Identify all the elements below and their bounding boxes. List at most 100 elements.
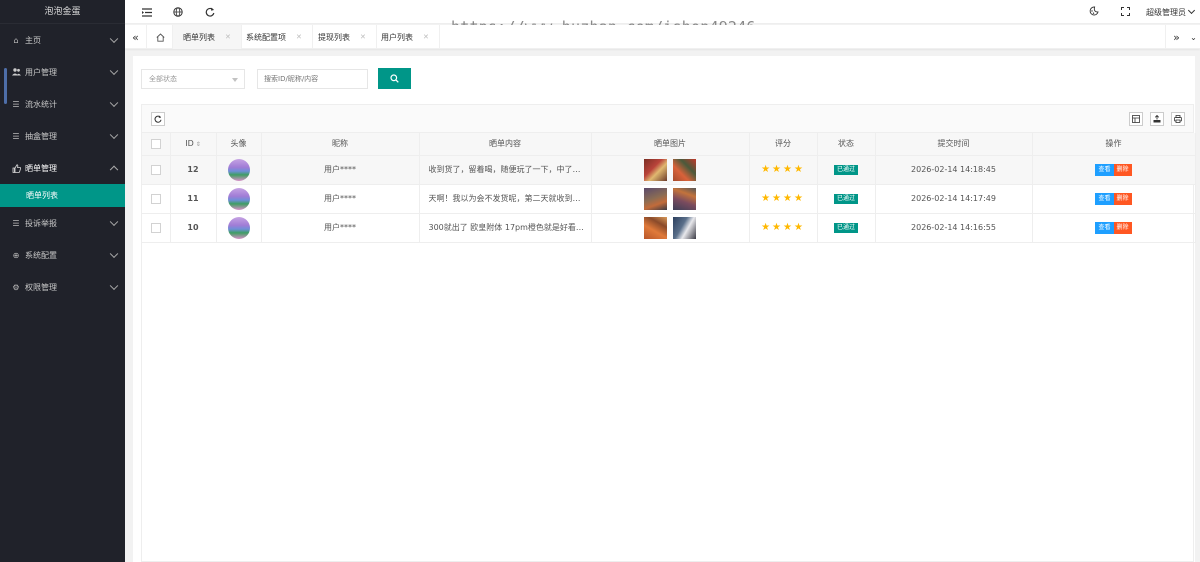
globe-icon[interactable] xyxy=(167,0,189,24)
select-all-checkbox[interactable] xyxy=(150,138,161,149)
sidebar-item-label: 系统配置 xyxy=(25,250,57,260)
sidebar-item-box-manage[interactable]: ☰ 抽盒管理 xyxy=(0,120,125,152)
time-cell: 2026-02-14 14:17:49 xyxy=(875,184,1033,214)
row-select-cell xyxy=(142,155,171,185)
search-icon xyxy=(390,74,399,83)
tab-user-list[interactable]: 用户列表 ✕ xyxy=(371,25,440,49)
column-header-id[interactable]: ID ⇕ xyxy=(170,133,217,156)
status-badge: 已通过 xyxy=(833,223,858,233)
chevron-down-icon xyxy=(109,217,119,227)
sidebar-item-label: 投诉举报 xyxy=(25,218,57,228)
sidebar-item-label: 用户管理 xyxy=(25,67,57,77)
columns-filter-button[interactable] xyxy=(1129,112,1143,126)
list-icon: ☰ xyxy=(12,99,20,109)
rating-cell: ★★★★ xyxy=(749,155,818,185)
avatar[interactable] xyxy=(227,187,250,210)
column-header-status: 状态 xyxy=(817,133,876,156)
avatar[interactable] xyxy=(227,216,250,239)
sort-icon[interactable]: ⇕ xyxy=(196,141,201,148)
admin-menu[interactable]: 超级管理员 xyxy=(1146,6,1196,18)
tab-withdraw-list[interactable]: 提现列表 ✕ xyxy=(308,25,377,49)
view-button[interactable]: 查看 xyxy=(1095,221,1114,234)
close-icon[interactable]: ✕ xyxy=(225,33,231,41)
users-icon xyxy=(10,68,22,76)
showcase-table: ID ⇕ 头像 昵称 晒单内容 晒单图片 评分 状态 提交时间 操作 12 用户*… xyxy=(142,133,1196,243)
search-input[interactable] xyxy=(257,68,368,89)
sidebar-item-users[interactable]: 用户管理 xyxy=(0,56,125,88)
export-button[interactable] xyxy=(1150,112,1164,126)
status-cell: 已通过 xyxy=(817,213,876,243)
content-cell: 天啊！我以为会不发货呢，第二天就收到… xyxy=(419,184,592,214)
menu-toggle-icon[interactable] xyxy=(136,0,158,24)
app-title: 泡泡金蛋 xyxy=(0,0,125,24)
table-toolbar xyxy=(142,105,1193,133)
close-icon[interactable]: ✕ xyxy=(360,33,366,41)
fullscreen-icon[interactable] xyxy=(1121,6,1130,18)
rating-cell: ★★★★ xyxy=(749,213,818,243)
images-cell xyxy=(591,155,750,185)
sidebar-item-complaints[interactable]: ☰ 投诉举报 xyxy=(0,207,125,239)
delete-button[interactable]: 删除 xyxy=(1113,192,1132,205)
refresh-icon[interactable] xyxy=(199,0,221,24)
tabs-scroll-right-icon[interactable]: » xyxy=(1165,25,1187,49)
table-row[interactable]: 12 用户**** 收到货了，留着喝，随便玩了一下，中了… ★★★★ 已通过 2… xyxy=(142,155,1196,185)
nickname-cell: 用户**** xyxy=(261,184,420,214)
sidebar: 泡泡金蛋 ⌂ 主页 用户管理 ☰ 流水统计 ☰ 抽盒管理 晒单管理 晒单列表 ☰… xyxy=(0,0,125,562)
status-select-value: 全部状态 xyxy=(149,74,177,83)
tab-bar: « 晒单列表 ✕ 系统配置项 ✕ 提现列表 ✕ 用户列表 ✕ » ⌄ xyxy=(125,25,1200,49)
showcase-image[interactable] xyxy=(673,216,697,239)
data-table: ID ⇕ 头像 昵称 晒单内容 晒单图片 评分 状态 提交时间 操作 12 用户*… xyxy=(141,104,1196,562)
select-all-cell xyxy=(142,133,171,156)
close-icon[interactable]: ✕ xyxy=(296,33,302,41)
avatar-cell xyxy=(216,184,262,214)
search-button[interactable] xyxy=(378,68,411,89)
sidebar-subitem-showcase-list[interactable]: 晒单列表 xyxy=(0,184,125,207)
tab-system-config[interactable]: 系统配置项 ✕ xyxy=(236,25,313,49)
gear-icon: ⚙ xyxy=(12,282,20,292)
showcase-image[interactable] xyxy=(673,187,697,210)
column-header-images: 晒单图片 xyxy=(591,133,750,156)
table-refresh-button[interactable] xyxy=(151,112,165,126)
column-label: ID xyxy=(185,139,194,149)
list-icon: ☰ xyxy=(12,131,20,141)
delete-button[interactable]: 删除 xyxy=(1113,163,1132,176)
row-checkbox[interactable] xyxy=(150,193,161,204)
id-cell: 10 xyxy=(170,213,217,243)
chevron-up-icon xyxy=(109,165,119,175)
view-button[interactable]: 查看 xyxy=(1095,192,1114,205)
tabs-scroll-left-icon[interactable]: « xyxy=(125,25,147,49)
rating-stars: ★★★★ xyxy=(761,164,805,175)
sidebar-item-permissions[interactable]: ⚙ 权限管理 xyxy=(0,271,125,303)
row-checkbox[interactable] xyxy=(150,222,161,233)
thumb-up-icon xyxy=(10,163,22,173)
tab-showcase-list[interactable]: 晒单列表 ✕ xyxy=(173,25,242,49)
sidebar-item-showcase-manage[interactable]: 晒单管理 xyxy=(0,152,125,184)
showcase-image[interactable] xyxy=(673,158,697,181)
tab-label: 晒单列表 xyxy=(183,32,215,42)
showcase-image[interactable] xyxy=(643,187,667,210)
view-button[interactable]: 查看 xyxy=(1095,163,1114,176)
table-row[interactable]: 11 用户**** 天啊！我以为会不发货呢，第二天就收到… ★★★★ 已通过 2… xyxy=(142,184,1196,214)
rating-stars: ★★★★ xyxy=(761,222,805,233)
export-icon xyxy=(1153,115,1161,123)
close-icon[interactable]: ✕ xyxy=(423,33,429,41)
table-row[interactable]: 10 用户**** 300就出了 欧皇附体 17pm橙色就是好看… ★★★★ 已… xyxy=(142,213,1196,243)
sidebar-item-label: 抽盒管理 xyxy=(25,131,57,141)
row-checkbox[interactable] xyxy=(150,164,161,175)
sidebar-item-system-config[interactable]: ⊕ 系统配置 xyxy=(0,239,125,271)
images-cell xyxy=(591,184,750,214)
showcase-image[interactable] xyxy=(643,216,667,239)
theme-icon[interactable] xyxy=(1089,6,1099,18)
tabs-menu-chevron-icon[interactable]: ⌄ xyxy=(1187,25,1200,49)
sidebar-item-home[interactable]: ⌂ 主页 xyxy=(0,24,125,56)
home-tab-icon[interactable] xyxy=(149,25,173,49)
delete-button[interactable]: 删除 xyxy=(1113,221,1132,234)
print-button[interactable] xyxy=(1171,112,1185,126)
status-select[interactable]: 全部状态 xyxy=(141,68,245,89)
tab-label: 用户列表 xyxy=(381,32,413,42)
sidebar-item-flow-stats[interactable]: ☰ 流水统计 xyxy=(0,88,125,120)
showcase-image[interactable] xyxy=(643,158,667,181)
column-header-rating: 评分 xyxy=(749,133,818,156)
avatar[interactable] xyxy=(227,158,250,181)
sidebar-item-label: 晒单管理 xyxy=(25,163,57,173)
